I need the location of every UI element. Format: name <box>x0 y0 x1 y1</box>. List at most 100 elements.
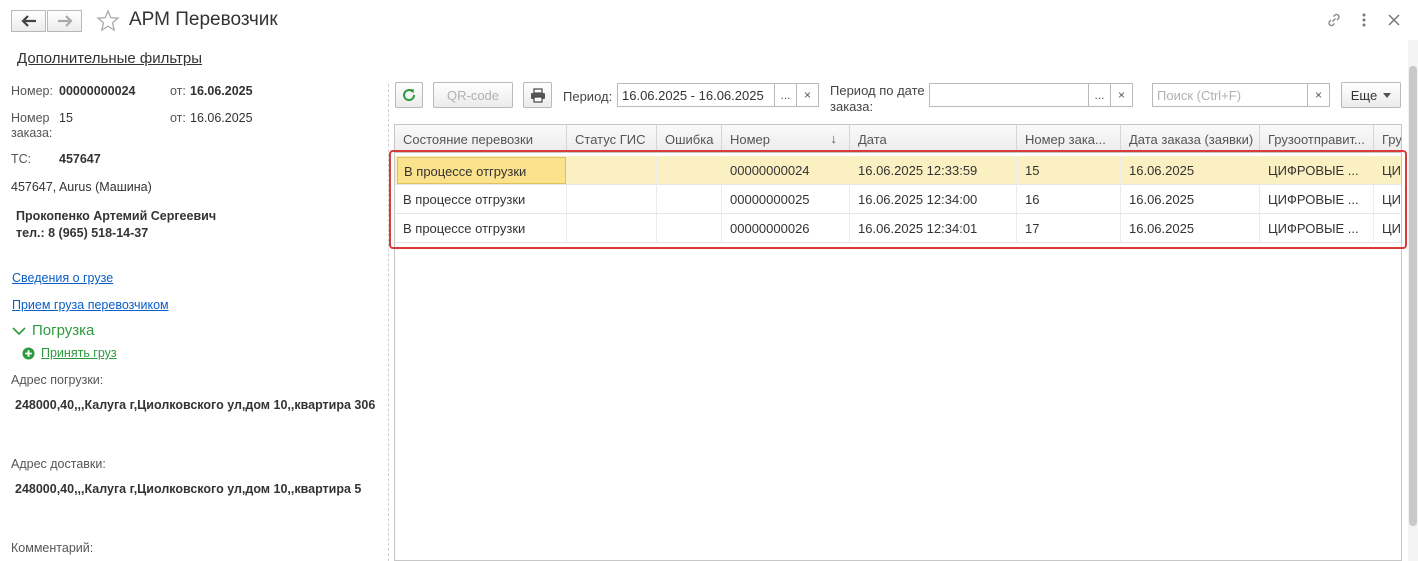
period-order-clear-button[interactable]: × <box>1111 83 1133 107</box>
more-vertical-icon[interactable] <box>1354 10 1374 30</box>
order-number-label: Номер заказа: <box>11 111 53 140</box>
refresh-button[interactable] <box>395 82 423 108</box>
table-cell[interactable] <box>657 185 722 214</box>
forward-button[interactable] <box>47 10 82 32</box>
more-button-label: Еще <box>1350 87 1378 103</box>
column-header[interactable]: Дата заказа (заявки) <box>1121 125 1260 153</box>
table-row[interactable]: В процессе отгрузки 00000000025 16.06.20… <box>395 185 1401 214</box>
table-cell[interactable]: 16.06.2025 12:33:59 <box>850 156 1017 185</box>
period-clear-button[interactable]: × <box>797 83 819 107</box>
table-row[interactable]: В процессе отгрузки 00000000024 16.06.20… <box>395 156 1401 185</box>
table-cell[interactable]: ЦИФРОВЫЕ ... <box>1260 214 1374 243</box>
additional-filters-link[interactable]: Дополнительные фильтры <box>17 50 202 67</box>
more-button[interactable]: Еще <box>1341 82 1401 108</box>
accept-cargo-action[interactable]: Принять груз <box>22 346 117 360</box>
number-label: Номер: <box>11 84 53 98</box>
column-header[interactable]: Гру <box>1374 125 1401 153</box>
table-cell[interactable]: 16.06.2025 <box>1121 185 1260 214</box>
caret-down-icon <box>1383 92 1392 98</box>
loading-address-value: 248000,40,,,Калуга г,Циолковского ул,дом… <box>15 398 376 412</box>
window-title: АРМ Перевозчик <box>129 9 278 30</box>
table-cell[interactable] <box>657 214 722 243</box>
delivery-address-value: 248000,40,,,Калуга г,Циолковского ул,дом… <box>15 482 362 496</box>
shipments-table[interactable]: Состояние перевозки Статус ГИС Ошибка Но… <box>394 124 1402 561</box>
table-cell[interactable]: 16.06.2025 12:34:00 <box>850 185 1017 214</box>
ts-label: ТС: <box>11 152 32 166</box>
table-cell[interactable] <box>567 185 657 214</box>
table-cell[interactable]: ЦИ <box>1374 185 1401 214</box>
table-cell[interactable]: 16.06.2025 12:34:01 <box>850 214 1017 243</box>
link-icon[interactable] <box>1324 10 1344 30</box>
order-from-label: от: <box>170 111 186 125</box>
search-clear-button[interactable]: × <box>1308 83 1330 107</box>
column-header[interactable]: Ошибка <box>657 125 722 153</box>
page-scrollbar-thumb[interactable] <box>1409 66 1417 526</box>
period-label: Период: <box>563 89 613 104</box>
table-cell[interactable]: ЦИ <box>1374 156 1401 185</box>
close-icon[interactable] <box>1384 10 1404 30</box>
table-cell[interactable] <box>657 156 722 185</box>
print-button[interactable] <box>523 82 552 108</box>
column-header[interactable]: Дата <box>850 125 1017 153</box>
comment-label: Комментарий: <box>11 541 94 555</box>
driver-name: Прокопенко Артемий Сергеевич <box>16 209 217 223</box>
table-cell[interactable]: ЦИФРОВЫЕ ... <box>1260 185 1374 214</box>
order-number-value: 15 <box>59 111 73 125</box>
column-header-number[interactable]: Номер ↓ <box>722 125 850 153</box>
ts-value: 457647 <box>59 152 101 166</box>
chevron-down-icon <box>12 326 26 335</box>
vehicle-text: 457647, Aurus (Машина) <box>11 180 152 194</box>
table-cell[interactable] <box>567 214 657 243</box>
period-input[interactable]: 16.06.2025 - 16.06.2025 <box>617 83 775 107</box>
table-cell[interactable]: 16.06.2025 <box>1121 156 1260 185</box>
table-cell[interactable] <box>567 156 657 185</box>
favorite-star-icon[interactable] <box>96 9 120 36</box>
qr-code-button[interactable]: QR-code <box>433 82 513 108</box>
table-cell[interactable]: 00000000025 <box>722 185 850 214</box>
arrow-right-icon <box>57 15 73 27</box>
cargo-accept-link[interactable]: Прием груза перевозчиком <box>12 298 169 312</box>
period-select-button[interactable]: ... <box>775 83 797 107</box>
table-cell[interactable]: 17 <box>1017 214 1121 243</box>
period-order-label: Период по дате заказа: <box>830 83 925 115</box>
column-header[interactable]: Номер зака... <box>1017 125 1121 153</box>
table-row[interactable]: В процессе отгрузки 00000000026 16.06.20… <box>395 214 1401 243</box>
period-order-label-line1: Период по дате <box>830 83 925 98</box>
column-header-label: Номер <box>730 132 771 147</box>
number-from-label: от: <box>170 84 186 98</box>
arrow-left-icon <box>20 15 36 27</box>
table-cell[interactable]: 16.06.2025 <box>1121 214 1260 243</box>
printer-icon <box>530 87 545 103</box>
delivery-address-label: Адрес доставки: <box>11 457 106 471</box>
order-date: 16.06.2025 <box>190 111 253 125</box>
panel-splitter[interactable] <box>388 84 389 561</box>
period-order-select-button[interactable]: ... <box>1089 83 1111 107</box>
column-header[interactable]: Грузоотправит... <box>1260 125 1374 153</box>
column-header[interactable]: Статус ГИС <box>567 125 657 153</box>
table-cell[interactable]: ЦИФРОВЫЕ ... <box>1260 156 1374 185</box>
table-cell[interactable]: В процессе отгрузки <box>395 214 567 243</box>
sort-desc-icon: ↓ <box>830 131 838 146</box>
loading-address-label: Адрес погрузки: <box>11 373 104 387</box>
table-cell[interactable]: В процессе отгрузки <box>395 185 567 214</box>
table-cell[interactable]: 00000000026 <box>722 214 850 243</box>
loading-section-header[interactable]: Погрузка <box>12 322 94 339</box>
number-value: 00000000024 <box>59 84 136 98</box>
cargo-info-link[interactable]: Сведения о грузе <box>12 271 113 285</box>
driver-phone: тел.: 8 (965) 518-14-37 <box>16 226 149 240</box>
table-header: Состояние перевозки Статус ГИС Ошибка Но… <box>395 125 1401 153</box>
period-order-label-line2: заказа: <box>830 99 874 114</box>
table-cell[interactable]: В процессе отгрузки <box>397 157 566 184</box>
refresh-icon <box>403 89 416 102</box>
add-circle-icon <box>22 346 35 360</box>
number-date: 16.06.2025 <box>190 84 253 98</box>
search-input[interactable]: Поиск (Ctrl+F) <box>1152 83 1308 107</box>
column-header[interactable]: Состояние перевозки <box>395 125 567 153</box>
period-order-input[interactable] <box>929 83 1089 107</box>
table-cell[interactable]: 16 <box>1017 185 1121 214</box>
accept-cargo-link: Принять груз <box>41 346 117 360</box>
table-cell[interactable]: 00000000024 <box>722 156 850 185</box>
back-button[interactable] <box>11 10 46 32</box>
table-cell[interactable]: 15 <box>1017 156 1121 185</box>
table-cell[interactable]: ЦИ <box>1374 214 1401 243</box>
